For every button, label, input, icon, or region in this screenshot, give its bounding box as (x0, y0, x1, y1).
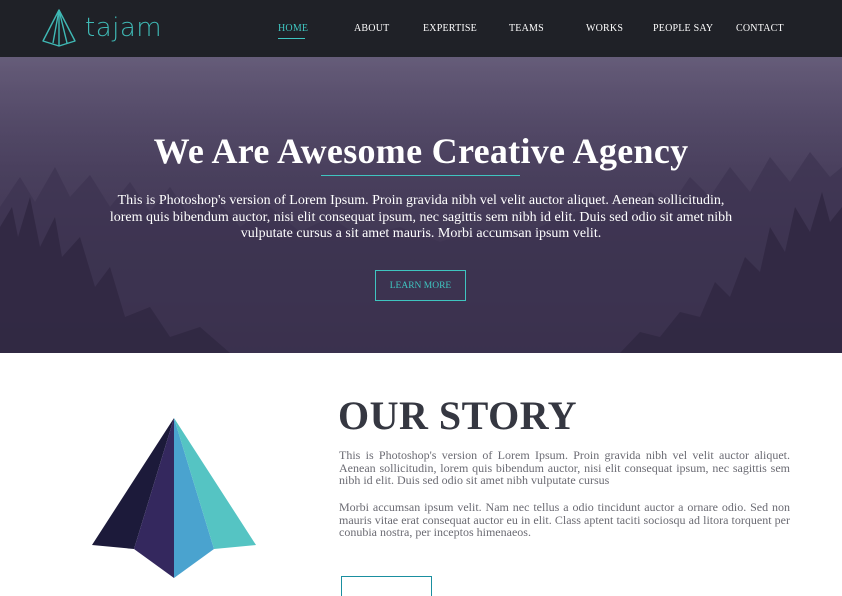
brand-name: tajam (85, 13, 163, 43)
navbar: tajam HOME ABOUT EXPERTISE TEAMS WORKS P… (0, 0, 842, 57)
learn-more-button[interactable]: LEARN MORE (375, 270, 466, 301)
nav-expertise[interactable]: EXPERTISE (423, 23, 477, 34)
nav-teams[interactable]: TEAMS (509, 23, 544, 34)
story-title: OUR STORY (338, 393, 578, 438)
brand-logo[interactable]: tajam (41, 8, 162, 48)
pyramid-logo-icon (41, 9, 77, 47)
nav-people-say[interactable]: PEOPLE SAY (653, 23, 713, 34)
nav-contact[interactable]: CONTACT (736, 23, 784, 34)
story-paragraph-2: Morbi accumsan ipsum velit. Nam nec tell… (339, 500, 790, 540)
hero-section: We Are Awesome Creative Agency This is P… (0, 57, 842, 353)
nav-home[interactable]: HOME (278, 23, 308, 34)
nav-about[interactable]: ABOUT (354, 23, 389, 34)
hero-title: We Are Awesome Creative Agency (153, 131, 689, 171)
pyramid-graphic-icon (90, 418, 258, 585)
hero-description: This is Photoshop's version of Lorem Ips… (109, 193, 733, 241)
story-button[interactable] (341, 576, 432, 596)
story-paragraph-1: This is Photoshop's version of Lorem Ips… (339, 448, 790, 488)
nav-works[interactable]: WORKS (586, 23, 623, 34)
nav-active-indicator (278, 38, 305, 39)
hero-divider (321, 175, 520, 176)
